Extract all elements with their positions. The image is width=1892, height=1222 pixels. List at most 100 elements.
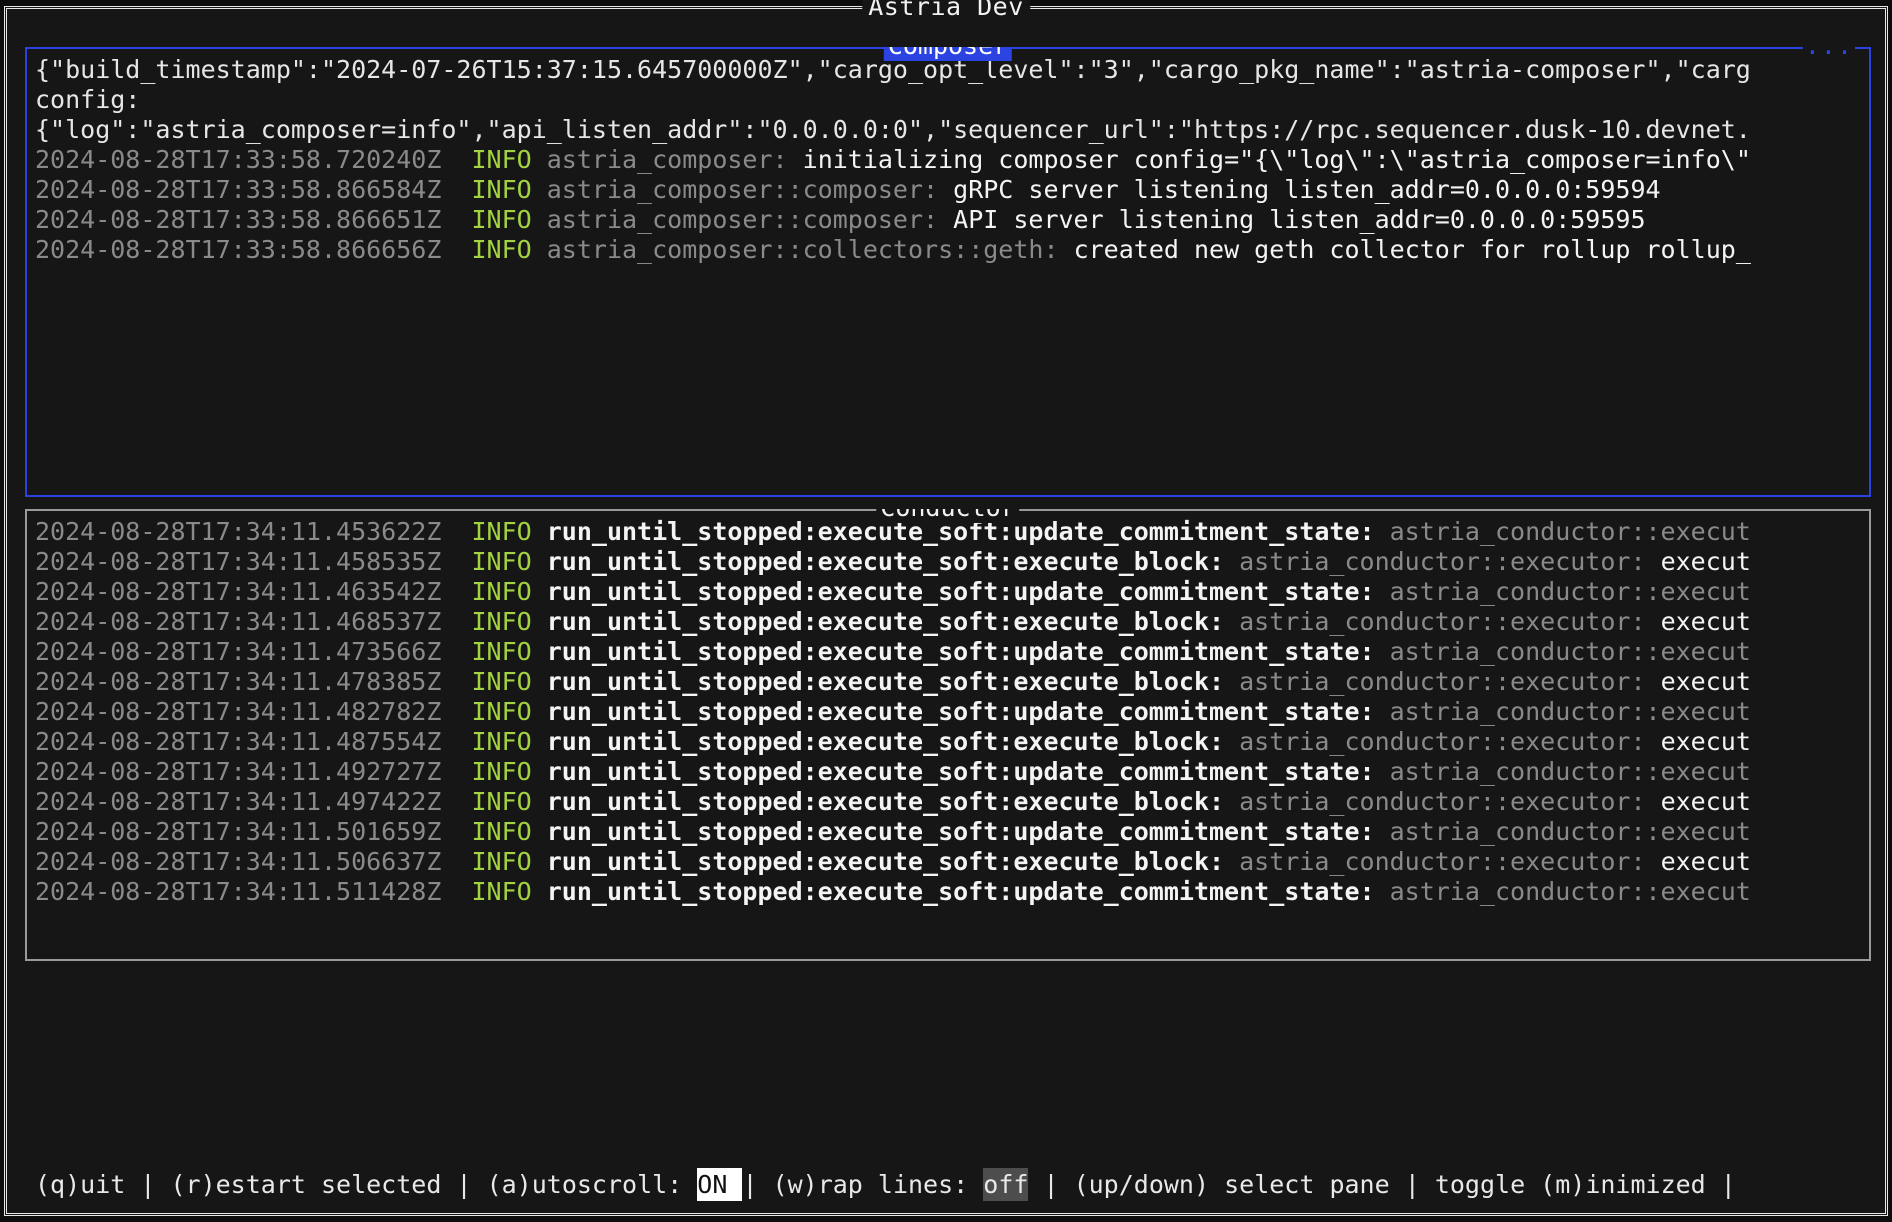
pane-conductor[interactable]: Conductor 2024-08-28T17:34:11.453622Z IN… — [25, 509, 1871, 961]
wrap-lines-badge[interactable]: off — [983, 1168, 1029, 1201]
log-segment-span: run_until_stopped:execute_soft:update_co… — [531, 757, 1375, 786]
status-text[interactable]: toggle (m)inimized — [1435, 1170, 1706, 1199]
log-line: 2024-08-28T17:34:11.501659Z INFO run_unt… — [35, 817, 1869, 847]
log-line: 2024-08-28T17:33:58.866651Z INFO astria_… — [35, 205, 1869, 235]
app-window-frame: Astria Dev Composer ... {"build_timestam… — [4, 0, 1888, 1216]
log-line: config: — [35, 85, 1869, 115]
log-segment-msg: execut — [1660, 847, 1751, 876]
log-segment-info: INFO — [456, 607, 532, 636]
pane-composer-log[interactable]: {"build_timestamp":"2024-07-26T15:37:15.… — [35, 55, 1869, 493]
log-segment-target: astria_conductor::executor: — [1224, 607, 1661, 636]
log-segment-dim: 2024-08-28T17:34:11.506637Z — [35, 847, 457, 876]
log-segment-span: run_until_stopped:execute_soft:update_co… — [531, 637, 1375, 666]
log-segment-plain: config: — [35, 85, 141, 114]
log-segment-span: run_until_stopped:execute_soft:update_co… — [531, 817, 1375, 846]
log-segment-target: astria_conductor::execut — [1374, 637, 1751, 666]
log-segment-dim: 2024-08-28T17:33:58.720240Z — [35, 145, 457, 174]
log-segment-info: INFO — [456, 817, 532, 846]
log-line: 2024-08-28T17:34:11.506637Z INFO run_unt… — [35, 847, 1869, 877]
log-segment-span: run_until_stopped:execute_soft:execute_b… — [531, 607, 1225, 636]
log-segment-info: INFO — [456, 205, 532, 234]
log-segment-target: astria_conductor::executor: — [1224, 667, 1661, 696]
log-segment-info: INFO — [456, 577, 532, 606]
log-segment-msg: execut — [1660, 787, 1751, 816]
log-line: 2024-08-28T17:34:11.458535Z INFO run_unt… — [35, 547, 1869, 577]
status-separator: | — [441, 1170, 487, 1199]
status-text[interactable]: (up/down) select pane — [1074, 1170, 1390, 1199]
log-segment-msg: created new geth collector for rollup ro… — [1073, 235, 1751, 264]
log-segment-msg: API server listening listen_addr=0.0.0.0… — [953, 205, 1646, 234]
pane-container: Composer ... {"build_timestamp":"2024-07… — [19, 31, 1873, 1213]
log-segment-info: INFO — [456, 757, 532, 786]
log-segment-info: INFO — [456, 787, 532, 816]
log-segment-info: INFO — [456, 517, 532, 546]
log-segment-info: INFO — [456, 637, 532, 666]
log-segment-info: INFO — [456, 667, 532, 696]
log-segment-dim: 2024-08-28T17:34:11.468537Z — [35, 607, 457, 636]
log-segment-msg: gRPC server listening listen_addr=0.0.0.… — [953, 175, 1661, 204]
log-line: 2024-08-28T17:33:58.866584Z INFO astria_… — [35, 175, 1869, 205]
pane-conductor-log[interactable]: 2024-08-28T17:34:11.453622Z INFO run_unt… — [35, 517, 1869, 957]
status-text[interactable]: (r)estart selected — [170, 1170, 441, 1199]
log-segment-info: INFO — [456, 847, 532, 876]
status-separator: | — [1028, 1170, 1074, 1199]
log-segment-info: INFO — [456, 697, 532, 726]
log-line: 2024-08-28T17:34:11.487554Z INFO run_unt… — [35, 727, 1869, 757]
status-separator: | — [742, 1170, 773, 1199]
log-line: 2024-08-28T17:34:11.463542Z INFO run_unt… — [35, 577, 1869, 607]
log-segment-dim: 2024-08-28T17:34:11.458535Z — [35, 547, 457, 576]
log-segment-info: INFO — [456, 877, 532, 906]
log-line: 2024-08-28T17:34:11.473566Z INFO run_unt… — [35, 637, 1869, 667]
overflow-ellipsis-icon[interactable]: ... — [1802, 47, 1855, 61]
log-segment-target: astria_composer: — [531, 145, 803, 174]
log-line: 2024-08-28T17:34:11.511428Z INFO run_unt… — [35, 877, 1869, 907]
log-line: 2024-08-28T17:34:11.468537Z INFO run_unt… — [35, 607, 1869, 637]
log-segment-dim: 2024-08-28T17:34:11.511428Z — [35, 877, 457, 906]
log-segment-dim: 2024-08-28T17:33:58.866651Z — [35, 205, 457, 234]
log-segment-span: run_until_stopped:execute_soft:execute_b… — [531, 847, 1225, 876]
log-line: 2024-08-28T17:33:58.720240Z INFO astria_… — [35, 145, 1869, 175]
log-segment-span: run_until_stopped:execute_soft:update_co… — [531, 577, 1375, 606]
log-line: 2024-08-28T17:34:11.497422Z INFO run_unt… — [35, 787, 1869, 817]
log-segment-info: INFO — [456, 145, 532, 174]
log-segment-dim: 2024-08-28T17:34:11.492727Z — [35, 757, 457, 786]
log-segment-target: astria_composer::composer: — [531, 175, 954, 204]
log-segment-info: INFO — [456, 547, 532, 576]
log-segment-msg: initializing composer config="{\"log\":\… — [802, 145, 1751, 174]
log-segment-info: INFO — [456, 175, 532, 204]
app-title: Astria Dev — [862, 0, 1030, 22]
log-segment-target: astria_conductor::execut — [1374, 577, 1751, 606]
autoscroll-badge[interactable]: ON — [697, 1168, 743, 1201]
log-segment-dim: 2024-08-28T17:33:58.866584Z — [35, 175, 457, 204]
log-segment-info: INFO — [456, 727, 532, 756]
pane-composer-title[interactable]: Composer — [883, 47, 1013, 61]
log-segment-target: astria_conductor::execut — [1374, 517, 1751, 546]
pane-conductor-title[interactable]: Conductor — [876, 509, 1020, 523]
pane-composer[interactable]: Composer ... {"build_timestamp":"2024-07… — [25, 47, 1871, 497]
status-text[interactable]: (a)utoscroll: — [487, 1170, 698, 1199]
log-segment-msg: execut — [1660, 727, 1751, 756]
log-segment-target: astria_conductor::execut — [1374, 817, 1751, 846]
log-segment-target: astria_conductor::executor: — [1224, 727, 1661, 756]
log-segment-dim: 2024-08-28T17:33:58.866656Z — [35, 235, 457, 264]
log-segment-span: run_until_stopped:execute_soft:update_co… — [531, 697, 1375, 726]
log-segment-span: run_until_stopped:execute_soft:execute_b… — [531, 727, 1225, 756]
log-segment-plain: {"log":"astria_composer=info","api_liste… — [35, 115, 1751, 144]
log-segment-span: run_until_stopped:execute_soft:update_co… — [531, 877, 1375, 906]
log-line: {"log":"astria_composer=info","api_liste… — [35, 115, 1869, 145]
status-text[interactable]: (w)rap lines: — [773, 1170, 984, 1199]
status-bar[interactable]: (q)uit | (r)estart selected | (a)utoscro… — [19, 1165, 1873, 1205]
status-text[interactable]: (q)uit — [35, 1170, 125, 1199]
log-segment-dim: 2024-08-28T17:34:11.463542Z — [35, 577, 457, 606]
log-segment-msg: execut — [1660, 667, 1751, 696]
log-segment-target: astria_composer::composer: — [531, 205, 954, 234]
log-segment-dim: 2024-08-28T17:34:11.473566Z — [35, 637, 457, 666]
log-segment-dim: 2024-08-28T17:34:11.453622Z — [35, 517, 457, 546]
log-segment-target: astria_composer::collectors::geth: — [531, 235, 1074, 264]
log-segment-dim: 2024-08-28T17:34:11.501659Z — [35, 817, 457, 846]
log-segment-info: INFO — [456, 235, 532, 264]
log-segment-msg: execut — [1660, 547, 1751, 576]
log-segment-target: astria_conductor::execut — [1374, 697, 1751, 726]
log-line: 2024-08-28T17:34:11.482782Z INFO run_unt… — [35, 697, 1869, 727]
log-segment-span: run_until_stopped:execute_soft:execute_b… — [531, 667, 1225, 696]
